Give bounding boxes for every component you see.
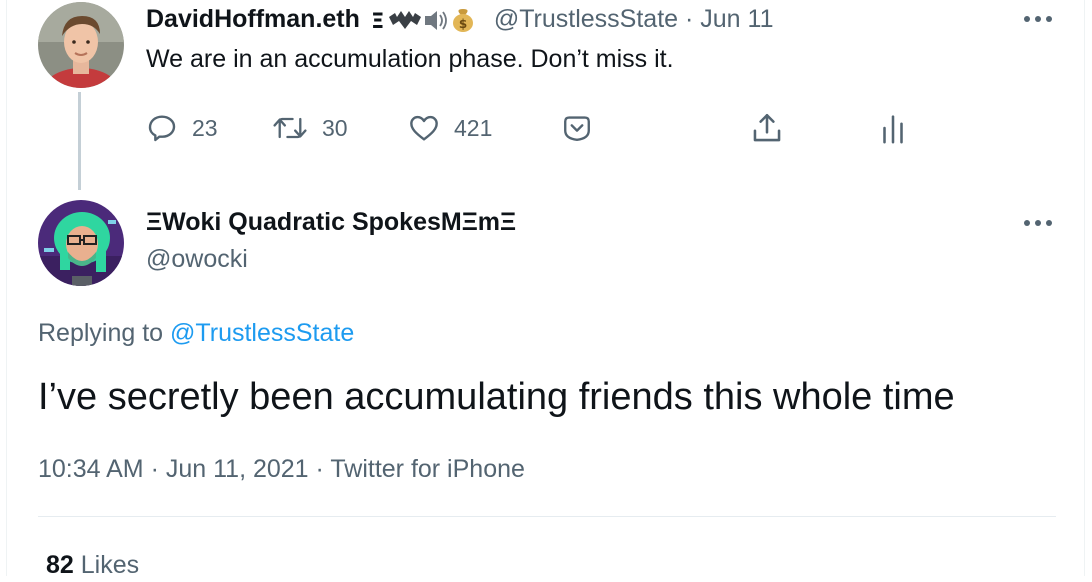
likes-summary[interactable]: 82 Likes — [46, 548, 139, 582]
name-emoji-badges: Ξ $ — [371, 7, 483, 33]
tweet1-date[interactable]: Jun 11 — [700, 5, 773, 33]
share-button[interactable] — [750, 108, 784, 148]
avatar-photo — [38, 2, 124, 88]
tweet2-handle[interactable]: @owocki — [146, 242, 248, 276]
replying-to: Replying to @TrustlessState — [38, 316, 354, 350]
retweet-count: 30 — [322, 114, 348, 141]
more-icon-dot — [1046, 16, 1052, 22]
retweet-button[interactable]: 30 — [272, 108, 348, 148]
avatar-davidhoffman[interactable] — [38, 2, 124, 88]
svg-text:$: $ — [459, 17, 467, 31]
tweet1-more-button[interactable] — [1024, 14, 1054, 24]
more-icon-dot — [1035, 220, 1041, 226]
divider — [38, 516, 1056, 517]
frame-border-left — [6, 0, 7, 576]
like-icon — [410, 115, 438, 141]
tweet2-display-name[interactable]: ΞWoki Quadratic SpokesMΞmΞ — [146, 205, 516, 239]
tweet2-more-button[interactable] — [1024, 218, 1054, 228]
likes-label: Likes — [80, 551, 140, 579]
tweet2-source[interactable]: Twitter for iPhone — [330, 455, 525, 483]
tweet1-display-name[interactable]: DavidHoffman.eth — [146, 5, 360, 33]
tweet1-text: We are in an accumulation phase. Don’t m… — [146, 45, 674, 73]
header-separator: · — [685, 5, 694, 33]
tweet1-handle[interactable]: @TrustlessState — [494, 5, 678, 33]
analytics-icon — [883, 115, 903, 144]
more-icon-dot — [1035, 16, 1041, 22]
avatar-pixel-art — [38, 200, 124, 286]
like-button[interactable]: 421 — [408, 108, 492, 148]
likes-count: 82 — [46, 551, 74, 579]
reply-count: 23 — [192, 114, 218, 141]
tweet2-text: I’ve secretly been accumulating friends … — [38, 376, 955, 418]
tweet2-date[interactable]: Jun 11, 2021 — [166, 455, 309, 483]
thread-connector — [78, 92, 81, 190]
reply-icon — [148, 115, 176, 142]
analytics-button[interactable] — [880, 108, 906, 148]
meta-separator: · — [315, 455, 324, 483]
tweet2-meta: 10:34 AM · Jun 11, 2021 · Twitter for iP… — [38, 452, 525, 486]
retweet-icon — [273, 117, 307, 139]
tweet2-time[interactable]: 10:34 AM — [38, 455, 144, 483]
replying-prefix: Replying to — [38, 319, 164, 347]
tip-icon — [564, 116, 590, 141]
replying-handle-link[interactable]: @TrustlessState — [170, 319, 354, 347]
more-icon-dot — [1046, 220, 1052, 226]
tip-button[interactable] — [560, 108, 594, 148]
frame-border-right — [1084, 0, 1085, 576]
svg-text:Ξ: Ξ — [371, 9, 384, 33]
tweet1-header: DavidHoffman.eth Ξ $ @TrustlessState · J… — [146, 2, 774, 36]
reply-button[interactable]: 23 — [146, 108, 218, 148]
like-count: 421 — [454, 114, 493, 141]
more-icon — [1024, 16, 1030, 22]
meta-separator: · — [150, 455, 159, 483]
more-icon — [1024, 220, 1030, 226]
emoji-badges-icon: Ξ $ — [371, 9, 473, 33]
tweet1-action-bar: 23 30 421 — [146, 108, 906, 148]
share-icon — [753, 113, 781, 142]
avatar-owocki[interactable] — [38, 200, 124, 286]
